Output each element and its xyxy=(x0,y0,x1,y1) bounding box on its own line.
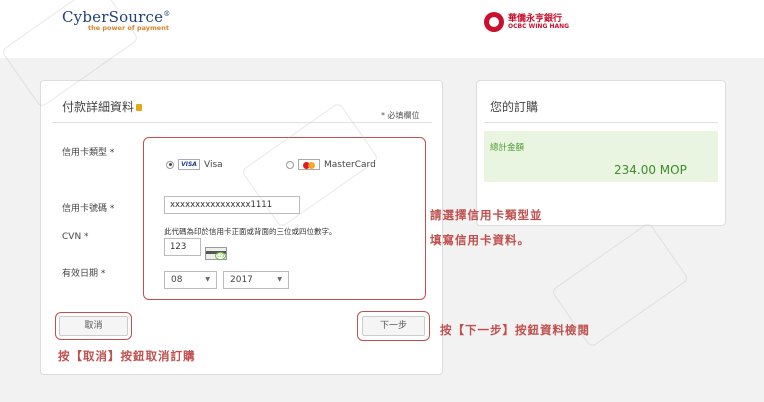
page-header: CyberSource® the power of payment 華僑永亨銀行… xyxy=(0,0,764,58)
payment-details-title: 付款詳細資料 xyxy=(62,98,143,115)
card-instruction-line1: 請選擇信用卡類型並 xyxy=(430,208,543,222)
card-info-highlight xyxy=(143,137,426,300)
cybersource-logo: CyberSource® the power of payment xyxy=(62,8,171,32)
order-total-value: 234.00 MOP xyxy=(614,163,687,177)
lock-icon xyxy=(136,104,143,111)
next-highlight xyxy=(357,311,430,341)
expiry-date-label: 有效日期 * xyxy=(62,269,106,279)
next-instruction: 按【下一步】按鈕資料檢閱 xyxy=(440,323,590,337)
bank-name-en: OCBC WING HANG xyxy=(508,22,570,30)
order-divider xyxy=(484,122,718,123)
panel-divider xyxy=(52,122,432,123)
card-instruction-line2: 填寫信用卡資料。 xyxy=(430,233,530,247)
card-number-label: 信用卡號碼 * xyxy=(62,204,115,214)
order-title: 您的訂購 xyxy=(490,100,539,114)
cybersource-tagline: the power of payment xyxy=(88,24,169,32)
cancel-instruction: 按【取消】按鈕取消訂購 xyxy=(58,349,196,363)
bank-logo: 華僑永亨銀行 OCBC WING HANG xyxy=(484,12,569,32)
cancel-highlight xyxy=(55,312,132,340)
cvn-label: CVN * xyxy=(62,232,89,242)
order-total-label: 總計金額 xyxy=(490,143,525,153)
required-fields-note: * 必填欄位 xyxy=(381,111,420,120)
card-type-label: 信用卡類型 * xyxy=(62,148,115,158)
ocbc-logo-icon xyxy=(484,12,504,32)
